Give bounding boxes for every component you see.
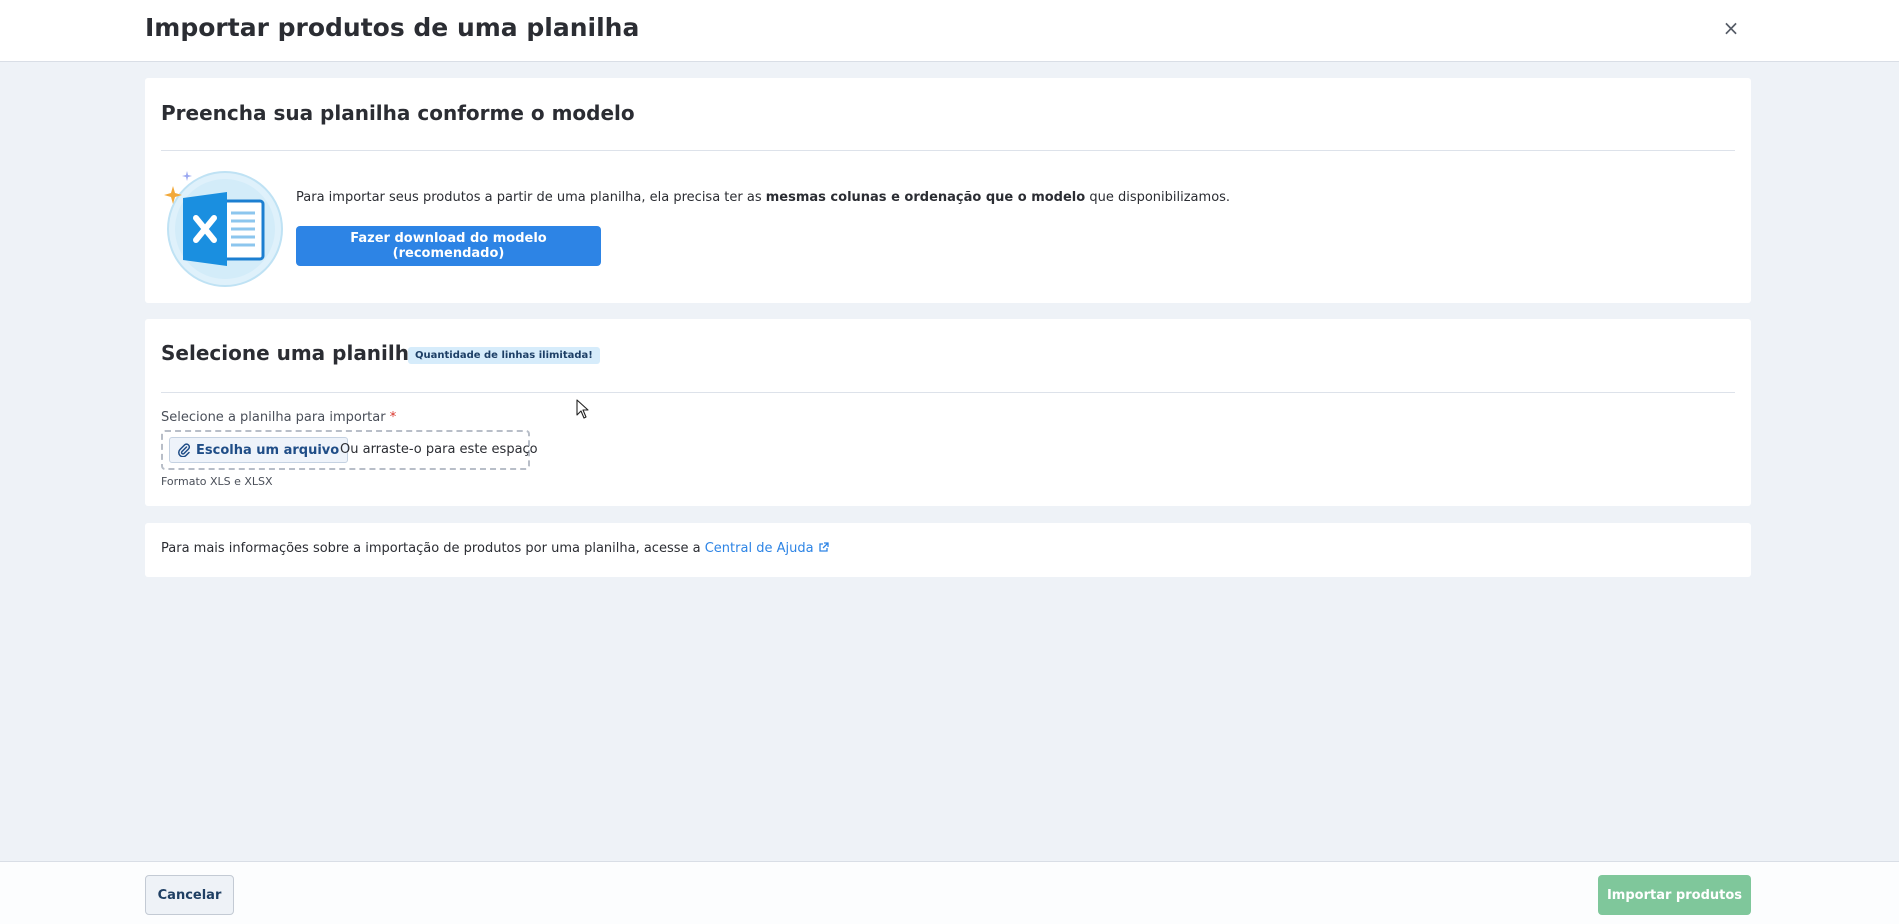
- help-center-link[interactable]: Central de Ajuda: [705, 541, 829, 556]
- modal-header: Importar produtos de uma planilha ×: [0, 0, 1899, 62]
- download-template-button[interactable]: Fazer download do modelo (recomendado): [296, 226, 601, 266]
- drop-text: Ou arraste-o para este espaço: [340, 442, 538, 457]
- divider: [161, 150, 1735, 151]
- template-info-text: Para importar seus produtos a partir de …: [296, 190, 1230, 205]
- info-bold: mesmas colunas e ordenação que o modelo: [765, 190, 1086, 205]
- upload-section-title: Selecione uma planilha: [161, 341, 423, 365]
- divider: [161, 392, 1735, 393]
- choose-file-button[interactable]: Escolha um arquivo: [169, 437, 349, 463]
- format-hint: Formato XLS e XLSX: [161, 475, 273, 488]
- file-field-label: Selecione a planilha para importar *: [161, 410, 396, 425]
- upload-card: Selecione uma planilha Quantidade de lin…: [145, 319, 1751, 506]
- external-link-icon: [818, 542, 829, 552]
- file-dropzone[interactable]: Escolha um arquivo Ou arraste-o para est…: [161, 430, 538, 470]
- cancel-button[interactable]: Cancelar: [145, 875, 234, 915]
- import-products-button[interactable]: Importar produtos: [1598, 875, 1751, 915]
- choose-file-label: Escolha um arquivo: [196, 442, 340, 458]
- help-card: Para mais informações sobre a importação…: [145, 523, 1751, 577]
- help-link-label: Central de Ajuda: [704, 541, 814, 556]
- template-section-title: Preencha sua planilha conforme o modelo: [161, 101, 635, 125]
- help-info: Para mais informações sobre a importação…: [161, 541, 829, 556]
- paperclip-icon: [178, 443, 190, 457]
- help-text: Para mais informações sobre a importação…: [161, 541, 705, 556]
- unlimited-lines-badge: Quantidade de linhas ilimitada!: [408, 347, 600, 364]
- close-icon[interactable]: ×: [1719, 16, 1743, 40]
- info-prefix: Para importar seus produtos a partir de …: [296, 190, 766, 205]
- page-title: Importar produtos de uma planilha: [145, 13, 640, 42]
- excel-spreadsheet-icon: [164, 171, 283, 287]
- field-label-text: Selecione a planilha para importar: [161, 410, 386, 425]
- info-suffix: que disponibilizamos.: [1085, 190, 1231, 205]
- required-marker: *: [389, 410, 397, 425]
- template-card: Preencha sua planilha conforme o modelo …: [145, 78, 1751, 303]
- mouse-cursor-icon: [576, 399, 589, 419]
- modal-footer: Cancelar Importar produtos: [0, 861, 1899, 924]
